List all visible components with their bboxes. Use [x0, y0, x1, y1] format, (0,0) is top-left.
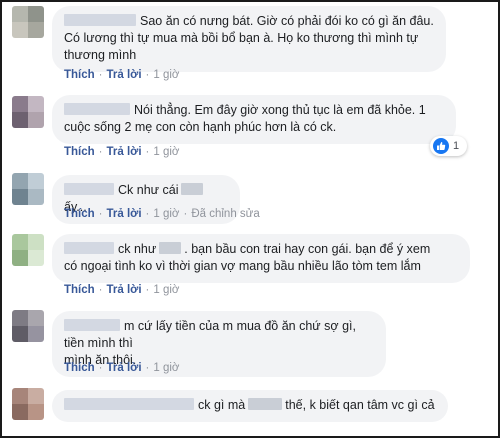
comment-bubble: ck như. bạn bầu con trai hay con gái. bạ… — [52, 234, 470, 283]
avatar-tile — [12, 6, 28, 22]
avatar-tile — [12, 250, 28, 266]
comment-actions: Thích · Trả lời · 1 giờ — [64, 362, 179, 374]
comment-actions: Thích · Trả lời · 1 giờ — [64, 146, 179, 158]
avatar-tile — [12, 388, 28, 404]
avatar-tile — [12, 112, 28, 128]
separator: · — [183, 208, 188, 220]
avatar-tile — [12, 404, 28, 420]
comment-bubble: Nói thẳng. Em đây giờ xong thủ tục là em… — [52, 95, 456, 144]
separator: · — [145, 362, 150, 374]
reply-link[interactable]: Trả lời — [107, 284, 142, 296]
avatar[interactable] — [12, 310, 44, 342]
avatar-tile — [28, 388, 44, 404]
separator: · — [98, 284, 103, 296]
commenter-name-blurred[interactable] — [64, 103, 130, 115]
censored-word — [181, 183, 204, 195]
avatar-tile — [28, 96, 44, 112]
avatar[interactable] — [12, 388, 44, 420]
comment-text-line: Có lương thì tự mua mà bồi bổ bạn à. Họ … — [64, 31, 419, 45]
commenter-name-blurred[interactable] — [64, 242, 114, 254]
comment-bubble: Sao ăn có nưng bát. Giờ có phải đói ko c… — [52, 6, 446, 72]
avatar[interactable] — [12, 173, 44, 205]
avatar[interactable] — [12, 234, 44, 266]
commenter-name-blurred[interactable] — [64, 398, 194, 410]
reply-link[interactable]: Trả lời — [107, 69, 142, 81]
avatar-tile — [12, 189, 28, 205]
comment-actions: Thích · Trả lời · 1 giờ — [64, 69, 179, 81]
avatar-tile — [12, 234, 28, 250]
comment-timestamp[interactable]: 1 giờ — [153, 362, 179, 374]
avatar-tile — [28, 173, 44, 189]
comment-text-line: m cứ lấy tiền của m mua đồ ăn chứ sợ gì,… — [64, 319, 356, 350]
avatar-tile — [28, 6, 44, 22]
comment-text-line: có ngoại tình ko vì thời gian vợ mang bầ… — [64, 259, 421, 273]
avatar-tile — [28, 22, 44, 38]
separator: · — [98, 69, 103, 81]
separator: · — [145, 208, 150, 220]
avatar-tile — [28, 310, 44, 326]
comment-actions: Thích · Trả lời · 1 giờ — [64, 284, 179, 296]
separator: · — [98, 208, 103, 220]
avatar-tile — [28, 326, 44, 342]
avatar-tile — [28, 234, 44, 250]
commenter-name-blurred[interactable] — [64, 183, 114, 195]
like-reaction-icon — [433, 138, 449, 154]
avatar-tile — [12, 173, 28, 189]
censored-word — [248, 398, 283, 410]
comment-timestamp[interactable]: 1 giờ — [153, 208, 179, 220]
reaction-count: 1 — [453, 140, 460, 152]
avatar-tile — [28, 189, 44, 205]
censored-word — [159, 242, 182, 254]
separator: · — [145, 146, 150, 158]
like-link[interactable]: Thích — [64, 362, 95, 374]
like-link[interactable]: Thích — [64, 69, 95, 81]
avatar-tile — [12, 326, 28, 342]
comment-text-line: thương mình — [64, 48, 137, 62]
edited-label[interactable]: Đã chỉnh sửa — [191, 208, 259, 220]
comment-timestamp[interactable]: 1 giờ — [153, 146, 179, 158]
comment-bubble: ck gì mà thế, k biết qan tâm vc gì cả — [52, 390, 448, 422]
commenter-name-blurred[interactable] — [64, 319, 120, 331]
like-link[interactable]: Thích — [64, 146, 95, 158]
separator: · — [145, 69, 150, 81]
avatar-tile — [12, 310, 28, 326]
comment-timestamp[interactable]: 1 giờ — [153, 69, 179, 81]
comment-text-line: Nói thẳng. Em đây giờ xong thủ tục là em… — [64, 102, 444, 119]
comment-actions: Thích · Trả lời · 1 giờ · Đã chỉnh sửa — [64, 208, 260, 220]
avatar-tile — [28, 112, 44, 128]
comment-text-line: ck như. bạn bầu con trai hay con gái. bạ… — [64, 241, 458, 258]
avatar-tile — [28, 250, 44, 266]
separator: · — [98, 362, 103, 374]
avatar-tile — [28, 404, 44, 420]
comment-text-line: ck gì mà thế, k biết qan tâm vc gì cả — [64, 397, 436, 414]
comment-timestamp[interactable]: 1 giờ — [153, 284, 179, 296]
avatar[interactable] — [12, 96, 44, 128]
avatar-tile — [12, 96, 28, 112]
reaction-summary[interactable]: 1 — [430, 136, 468, 156]
like-link[interactable]: Thích — [64, 284, 95, 296]
comment-text-line: cuộc sống 2 mẹ con còn hạnh phúc hơn là … — [64, 120, 337, 134]
reply-link[interactable]: Trả lời — [107, 146, 142, 158]
separator: · — [145, 284, 150, 296]
reply-link[interactable]: Trả lời — [107, 208, 142, 220]
separator: · — [98, 146, 103, 158]
comment-text-line: Sao ăn có nưng bát. Giờ có phải đói ko c… — [64, 13, 434, 30]
avatar[interactable] — [12, 6, 44, 38]
reply-link[interactable]: Trả lời — [107, 362, 142, 374]
like-link[interactable]: Thích — [64, 208, 95, 220]
commenter-name-blurred[interactable] — [64, 14, 136, 26]
comment-section: Sao ăn có nưng bát. Giờ có phải đói ko c… — [0, 0, 500, 438]
avatar-tile — [12, 22, 28, 38]
